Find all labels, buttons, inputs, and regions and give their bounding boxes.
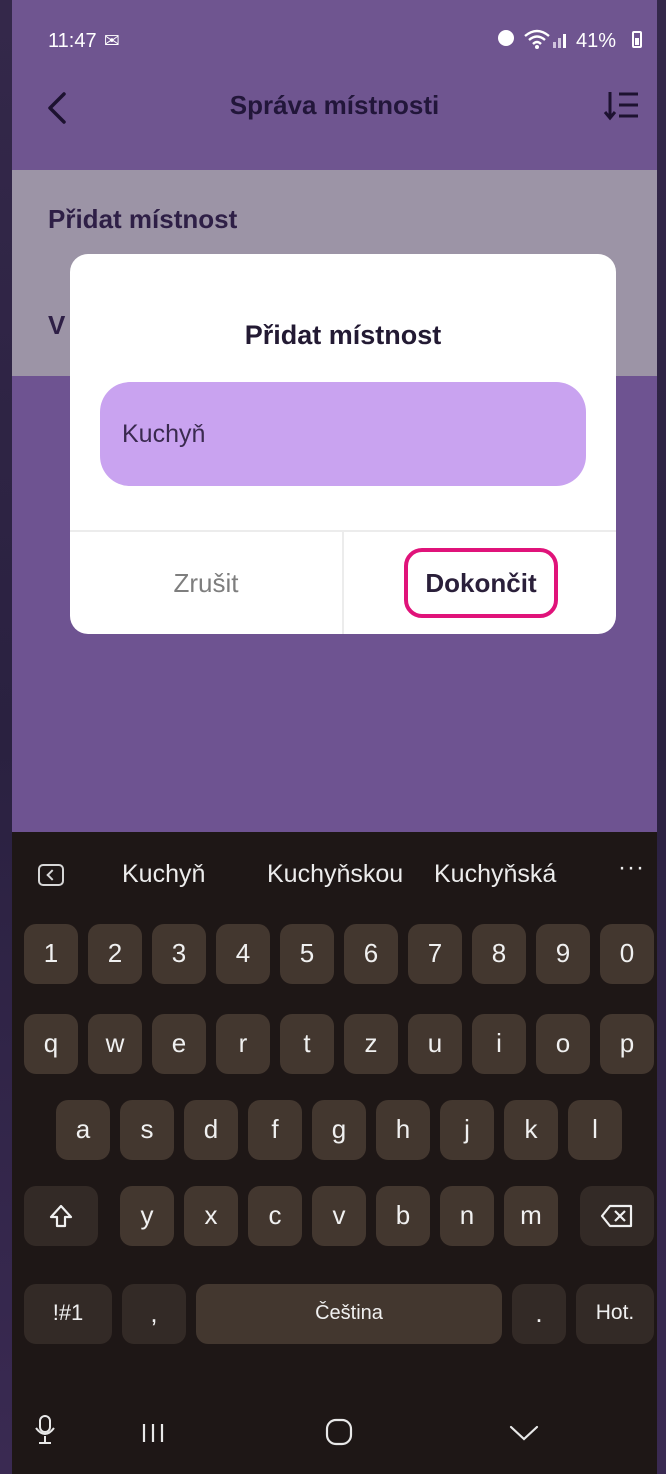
signal-icon — [553, 34, 566, 48]
key-g[interactable]: g — [312, 1100, 366, 1160]
keyboard-collapse-icon[interactable] — [38, 864, 64, 886]
key-r[interactable]: r — [216, 1014, 270, 1074]
key-5[interactable]: 5 — [280, 924, 334, 984]
microphone-icon[interactable] — [34, 1414, 56, 1446]
system-nav-bar — [12, 1386, 657, 1474]
add-room-item[interactable]: Přidat místnost — [48, 204, 237, 235]
done-key[interactable]: Hot. — [576, 1284, 654, 1344]
key-3[interactable]: 3 — [152, 924, 206, 984]
confirm-button[interactable]: Dokončit — [344, 532, 616, 634]
app-header: Správa místnosti — [12, 80, 657, 170]
period-key[interactable]: . — [512, 1284, 566, 1344]
add-room-dialog: Přidat místnost Kuchyň Zrušit Dokončit — [70, 254, 616, 634]
confirm-button-label: Dokončit — [404, 548, 558, 618]
key-x[interactable]: x — [184, 1186, 238, 1246]
home-icon[interactable] — [324, 1418, 354, 1446]
key-v[interactable]: v — [312, 1186, 366, 1246]
more-options-icon[interactable]: ··· — [618, 854, 645, 882]
status-bar: 11:47 ✉ 41% — [12, 0, 657, 80]
recent-apps-icon[interactable] — [140, 1422, 166, 1444]
key-p[interactable]: p — [600, 1014, 654, 1074]
key-e[interactable]: e — [152, 1014, 206, 1074]
key-t[interactable]: t — [280, 1014, 334, 1074]
room-name-input[interactable]: Kuchyň — [100, 382, 586, 486]
key-d[interactable]: d — [184, 1100, 238, 1160]
key-q[interactable]: q — [24, 1014, 78, 1074]
key-4[interactable]: 4 — [216, 924, 270, 984]
key-8[interactable]: 8 — [472, 924, 526, 984]
key-m[interactable]: m — [504, 1186, 558, 1246]
key-0[interactable]: 0 — [600, 924, 654, 984]
key-b[interactable]: b — [376, 1186, 430, 1246]
cancel-button[interactable]: Zrušit — [70, 532, 342, 634]
dialog-title: Přidat místnost — [244, 320, 442, 350]
key-z[interactable]: z — [344, 1014, 398, 1074]
key-a[interactable]: a — [56, 1100, 110, 1160]
key-1[interactable]: 1 — [24, 924, 78, 984]
key-w[interactable]: w — [88, 1014, 142, 1074]
comma-key[interactable]: , — [122, 1284, 186, 1344]
status-time: 11:47 — [48, 30, 97, 52]
page-title: Správa místnosti — [229, 90, 440, 120]
key-y[interactable]: y — [120, 1186, 174, 1246]
mail-icon: ✉ — [104, 31, 120, 52]
key-l[interactable]: l — [568, 1100, 622, 1160]
key-n[interactable]: n — [440, 1186, 494, 1246]
key-c[interactable]: c — [248, 1186, 302, 1246]
key-i[interactable]: i — [472, 1014, 526, 1074]
battery-percent: 41% — [576, 30, 617, 52]
key-j[interactable]: j — [440, 1100, 494, 1160]
key-u[interactable]: u — [408, 1014, 462, 1074]
alarm-icon — [498, 30, 514, 46]
shift-icon — [49, 1204, 73, 1228]
key-9[interactable]: 9 — [536, 924, 590, 984]
suggestion-bar: Kuchyň Kuchyňskou Kuchyňská ··· — [12, 832, 657, 916]
symbols-key[interactable]: !#1 — [24, 1284, 112, 1344]
backspace-key[interactable] — [580, 1186, 654, 1246]
key-f[interactable]: f — [248, 1100, 302, 1160]
sort-icon[interactable] — [602, 86, 642, 126]
key-o[interactable]: o — [536, 1014, 590, 1074]
list-item[interactable]: V — [48, 310, 65, 341]
suggestion-item[interactable]: Kuchyňskou — [267, 860, 403, 889]
suggestion-item[interactable]: Kuchyňská — [434, 860, 556, 889]
key-7[interactable]: 7 — [408, 924, 462, 984]
space-key[interactable]: Čeština — [196, 1284, 502, 1344]
key-2[interactable]: 2 — [88, 924, 142, 984]
suggestion-item[interactable]: Kuchyň — [122, 860, 205, 889]
shift-key[interactable] — [24, 1186, 98, 1246]
hide-keyboard-icon[interactable] — [508, 1424, 540, 1442]
backspace-icon — [600, 1204, 633, 1228]
key-h[interactable]: h — [376, 1100, 430, 1160]
phone-screen: 11:47 ✉ 41% Správa místnosti Přidat míst… — [12, 0, 657, 1474]
key-6[interactable]: 6 — [344, 924, 398, 984]
on-screen-keyboard: Kuchyň Kuchyňskou Kuchyňská ··· 1 2 3 4 … — [12, 832, 657, 1474]
key-s[interactable]: s — [120, 1100, 174, 1160]
battery-icon — [632, 31, 642, 48]
key-k[interactable]: k — [504, 1100, 558, 1160]
wifi-icon — [524, 29, 550, 49]
